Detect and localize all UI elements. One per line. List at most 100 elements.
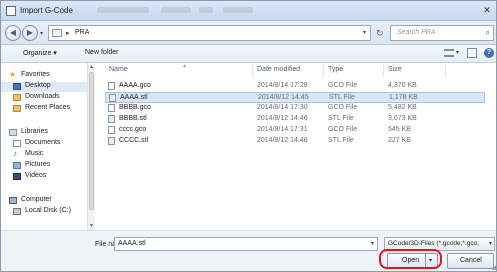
nav-item-label: Recent Places bbox=[25, 104, 71, 111]
nav-computer-label: Computer bbox=[21, 196, 52, 203]
table-row[interactable]: AAAA.stl 2014/8/12 14:45 STL File 1,178 KB bbox=[105, 92, 485, 103]
file-name-cell: AAAA.stl bbox=[120, 94, 148, 101]
file-size-cell: 1,178 KB bbox=[389, 94, 418, 101]
nav-libraries[interactable]: Libraries bbox=[1, 128, 91, 138]
nav-item-music[interactable]: ♪ Music bbox=[1, 149, 91, 160]
table-row[interactable]: cccc.gco 2014/8/14 17:31 GCO File 545 KB bbox=[105, 125, 485, 136]
nav-item-label: Downloads bbox=[25, 93, 60, 100]
date-modified-cell: 2014/8/12 14:46 bbox=[257, 115, 308, 122]
column-header-date-modified[interactable]: Date modified bbox=[257, 66, 300, 73]
file-name-cell: CCCC.stl bbox=[119, 137, 149, 144]
file-type-cell: GCO File bbox=[328, 82, 358, 89]
blurred-background-text bbox=[97, 7, 149, 13]
nav-favorites[interactable]: ★ Favorites bbox=[1, 70, 91, 81]
nav-item-recent-places[interactable]: Recent Places bbox=[1, 104, 91, 114]
column-divider[interactable] bbox=[445, 64, 446, 77]
file-name-value[interactable]: AAAA.stl bbox=[118, 240, 146, 247]
file-name-cell: cccc.gco bbox=[119, 126, 147, 133]
nav-item-local-disk[interactable]: Local Disk (C:) bbox=[1, 207, 91, 217]
documents-icon bbox=[13, 140, 21, 147]
preview-pane-icon[interactable] bbox=[467, 48, 477, 58]
nav-item-documents[interactable]: Documents bbox=[1, 139, 91, 149]
column-header-size[interactable]: Size bbox=[388, 66, 402, 73]
nav-computer[interactable]: Computer bbox=[1, 196, 91, 206]
back-button[interactable]: ◀ bbox=[5, 25, 21, 41]
table-row[interactable]: BBBB.gco 2014/8/14 17:30 GCO File 5,482 KB bbox=[105, 103, 485, 114]
view-options-icon[interactable] bbox=[444, 49, 454, 57]
star-icon: ★ bbox=[9, 70, 17, 79]
nav-item-pictures[interactable]: Pictures bbox=[1, 161, 91, 171]
help-icon[interactable]: ? bbox=[484, 48, 494, 58]
gco-file-icon bbox=[108, 104, 115, 112]
resize-grip-icon[interactable]: ◢ bbox=[491, 264, 496, 271]
downloads-icon bbox=[13, 94, 21, 101]
close-icon[interactable]: ✕ bbox=[480, 4, 494, 16]
navigation-pane: ★ Favorites Desktop Downloads Recent Pla… bbox=[1, 63, 94, 230]
view-dropdown-icon[interactable]: ▾ bbox=[456, 49, 459, 56]
desktop-icon bbox=[13, 83, 21, 90]
nav-item-downloads[interactable]: Downloads bbox=[1, 93, 91, 103]
nav-item-desktop[interactable]: Desktop bbox=[1, 82, 91, 92]
file-type-cell: STL File bbox=[329, 94, 355, 101]
cancel-button[interactable]: Cancel bbox=[447, 253, 494, 269]
title-bar: Import G-Code ✕ bbox=[1, 1, 496, 21]
nav-libraries-label: Libraries bbox=[21, 128, 48, 135]
hard-disk-icon bbox=[13, 208, 21, 215]
scroll-up-icon[interactable]: ▲ bbox=[89, 64, 94, 70]
file-type-value: GCode/3D-Files (*.gcode;*.gco; bbox=[388, 240, 480, 247]
blurred-background-text bbox=[161, 7, 191, 13]
address-bar[interactable]: ▸ PRA ▾ bbox=[48, 25, 371, 41]
refresh-icon[interactable]: ↻ bbox=[376, 28, 384, 39]
cancel-button-label: Cancel bbox=[460, 257, 482, 264]
nav-item-label: Pictures bbox=[25, 161, 51, 168]
file-size-cell: 4,370 KB bbox=[388, 82, 417, 89]
breadcrumb-separator-icon[interactable]: ▸ bbox=[66, 29, 70, 37]
column-divider[interactable] bbox=[323, 64, 324, 77]
nav-item-label: Music bbox=[25, 150, 44, 157]
nav-item-label: Videos bbox=[25, 172, 47, 179]
gco-file-icon bbox=[108, 126, 115, 134]
app-icon bbox=[6, 6, 16, 16]
date-modified-cell: 2014/8/14 17:30 bbox=[257, 104, 308, 111]
forward-button[interactable]: ▶ bbox=[22, 25, 38, 41]
file-type-cell: GCO File bbox=[328, 126, 358, 133]
search-input[interactable]: Search PRA ⌕ bbox=[390, 25, 494, 41]
new-folder-button[interactable]: New folder bbox=[85, 49, 118, 56]
column-divider[interactable] bbox=[252, 64, 253, 77]
file-type-cell: STL File bbox=[328, 137, 354, 144]
file-size-cell: 227 KB bbox=[388, 137, 411, 144]
search-icon[interactable]: ⌕ bbox=[486, 28, 490, 38]
scrollbar-thumb[interactable] bbox=[89, 72, 94, 210]
computer-icon bbox=[9, 197, 17, 204]
column-divider[interactable] bbox=[383, 64, 384, 77]
folder-icon bbox=[52, 29, 62, 37]
table-row[interactable]: AAAA.gco 2014/8/14 17:28 GCO File 4,370 KB bbox=[105, 81, 485, 92]
table-row[interactable]: CCCC.stl 2014/8/12 14:46 STL File 227 KB bbox=[105, 136, 485, 147]
file-list: ▲ Name Date modified Type Size AAAA.gco 2… bbox=[95, 63, 496, 230]
organize-button[interactable]: Organize ▾ bbox=[23, 49, 57, 57]
address-dropdown-icon[interactable]: ▾ bbox=[363, 29, 366, 36]
blurred-background-text bbox=[199, 7, 213, 13]
file-name-cell: BBBB.stl bbox=[119, 115, 147, 122]
column-header-name[interactable]: Name bbox=[109, 66, 128, 73]
nav-item-videos[interactable]: Videos bbox=[1, 172, 91, 182]
stl-file-icon bbox=[108, 115, 115, 123]
navigation-pane-scrollbar[interactable]: ▲ ▼ bbox=[87, 63, 94, 230]
pictures-icon bbox=[13, 162, 21, 169]
music-icon: ♪ bbox=[13, 149, 17, 158]
column-header-type[interactable]: Type bbox=[328, 66, 343, 73]
file-size-cell: 3,073 KB bbox=[388, 115, 417, 122]
file-type-dropdown-icon[interactable]: ▾ bbox=[489, 240, 492, 247]
nav-item-label: Desktop bbox=[25, 82, 51, 89]
recent-places-icon bbox=[13, 105, 21, 112]
videos-icon bbox=[13, 173, 21, 180]
file-name-dropdown-icon[interactable]: ▾ bbox=[371, 240, 374, 247]
file-name-input[interactable]: AAAA.stl ▾ bbox=[114, 237, 378, 251]
import-gcode-dialog: Import G-Code ✕ ◀ ▶ ▾ ▸ PRA ▾ ↻ Search P… bbox=[0, 0, 497, 272]
gco-file-icon bbox=[108, 82, 115, 90]
recent-pages-dropdown[interactable]: ▾ bbox=[40, 30, 43, 37]
scroll-down-icon[interactable]: ▼ bbox=[89, 223, 94, 229]
nav-item-label: Documents bbox=[25, 139, 61, 146]
breadcrumb-pra[interactable]: PRA bbox=[75, 29, 89, 36]
table-row[interactable]: BBBB.stl 2014/8/12 14:46 STL File 3,073 KB bbox=[105, 114, 485, 125]
